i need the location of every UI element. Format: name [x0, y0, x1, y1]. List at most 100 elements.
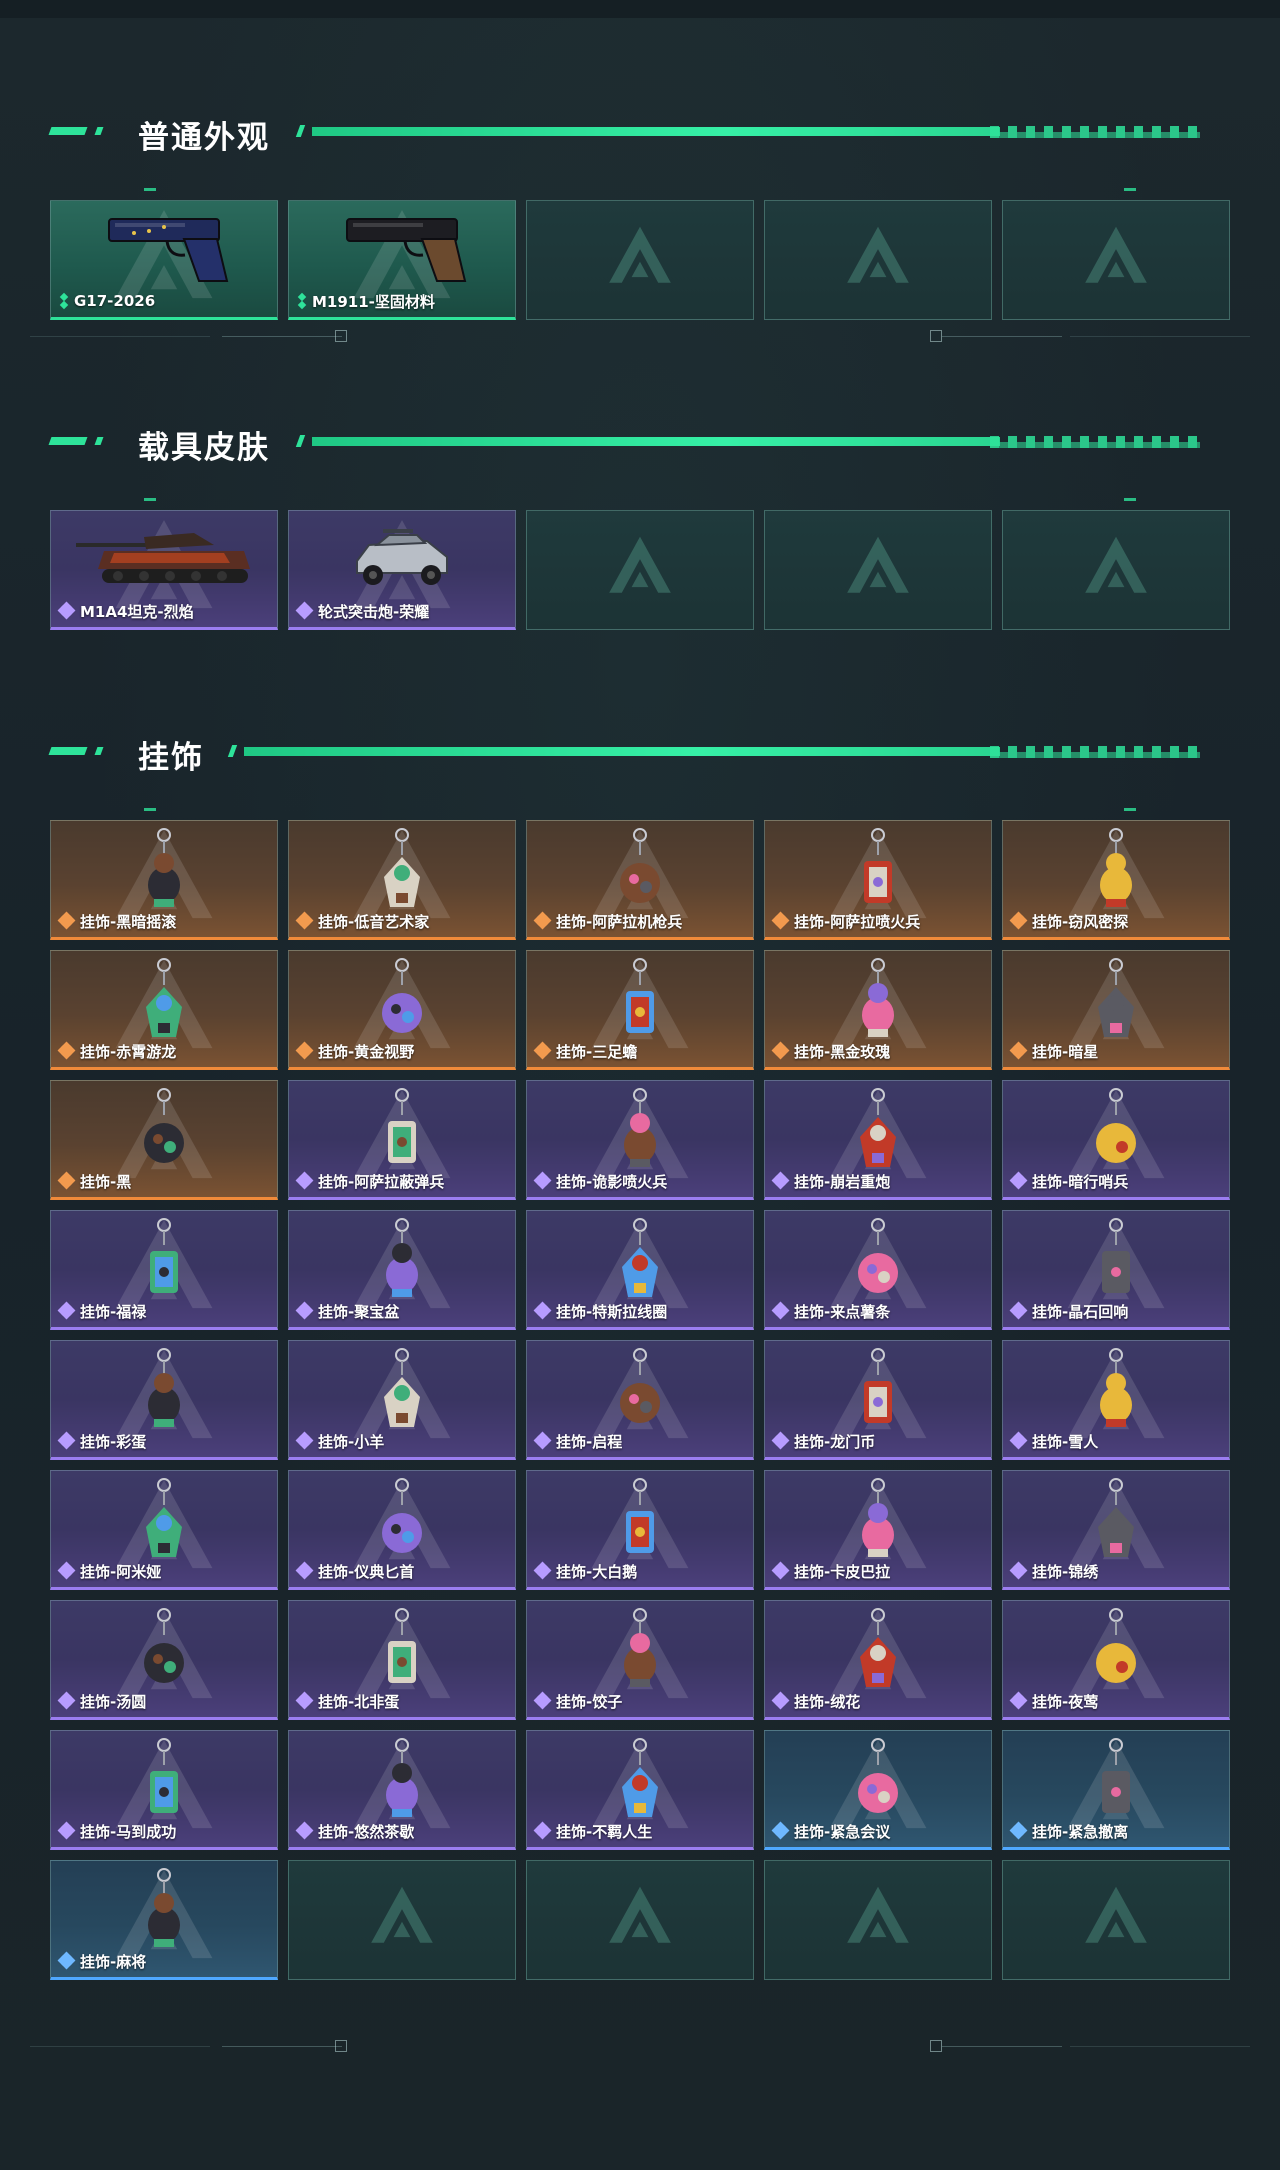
- item-card[interactable]: 挂饰-紧急会议: [764, 1730, 992, 1850]
- item-label-row: 挂饰-悠然茶歇: [295, 1821, 414, 1841]
- item-card[interactable]: 挂饰-暗行哨兵: [1002, 1080, 1230, 1200]
- item-card[interactable]: 挂饰-黑暗摇滚: [50, 820, 278, 940]
- item-label-row: 挂饰-聚宝盆: [295, 1301, 400, 1321]
- item-name: 挂饰-赤霄游龙: [80, 1042, 177, 1061]
- item-card[interactable]: 挂饰-夜莺: [1002, 1600, 1230, 1720]
- rarity-orange-icon: [57, 1171, 76, 1190]
- item-card[interactable]: 挂饰-龙门币: [764, 1340, 992, 1460]
- empty-slot: [526, 510, 754, 630]
- item-card[interactable]: 挂饰-小羊: [288, 1340, 516, 1460]
- item-card[interactable]: 挂饰-仪典匕首: [288, 1470, 516, 1590]
- item-name: 挂饰-阿萨拉蔽弹兵: [318, 1172, 445, 1191]
- item-card[interactable]: 挂饰-崩岩重炮: [764, 1080, 992, 1200]
- logo-placeholder-icon: [843, 533, 913, 608]
- item-card[interactable]: 挂饰-不羁人生: [526, 1730, 754, 1850]
- item-card[interactable]: 挂饰-彩蛋: [50, 1340, 278, 1460]
- item-label-row: 挂饰-锦绣: [1009, 1561, 1099, 1581]
- item-label-row: M1911-坚固材料: [297, 291, 435, 311]
- rarity-purple-icon: [295, 601, 314, 620]
- item-label-row: 挂饰-马到成功: [57, 1821, 176, 1841]
- item-card[interactable]: 挂饰-绒花: [764, 1600, 992, 1720]
- item-card[interactable]: 挂饰-黑: [50, 1080, 278, 1200]
- rarity-purple-icon: [771, 1301, 790, 1320]
- item-label-row: 挂饰-福禄: [57, 1301, 146, 1321]
- item-card[interactable]: 挂饰-马到成功: [50, 1730, 278, 1850]
- item-label-row: 挂饰-黑暗摇滚: [57, 911, 176, 931]
- header-accent: [295, 435, 306, 447]
- item-card[interactable]: 挂饰-低音艺术家: [288, 820, 516, 940]
- item-card[interactable]: 挂饰-悠然茶歇: [288, 1730, 516, 1850]
- rarity-purple-icon: [771, 1691, 790, 1710]
- item-card[interactable]: M1A4坦克-烈焰: [50, 510, 278, 630]
- item-card[interactable]: 挂饰-三足蟾: [526, 950, 754, 1070]
- item-card[interactable]: 挂饰-阿米娅: [50, 1470, 278, 1590]
- item-label-row: 挂饰-暗星: [1009, 1041, 1098, 1061]
- item-card[interactable]: 挂饰-特斯拉线圈: [526, 1210, 754, 1330]
- item-label-row: 挂饰-饺子: [533, 1691, 622, 1711]
- item-name: 挂饰-仪典匕首: [318, 1562, 415, 1581]
- item-card[interactable]: 挂饰-窃风密探: [1002, 820, 1230, 940]
- logo-placeholder-icon: [1081, 533, 1151, 608]
- rarity-orange-icon: [533, 911, 552, 930]
- item-card[interactable]: 挂饰-雪人: [1002, 1340, 1230, 1460]
- rarity-orange-icon: [533, 1041, 552, 1060]
- item-label-row: 挂饰-暗行哨兵: [1009, 1171, 1128, 1191]
- header-accent: [94, 127, 104, 135]
- header-line: [312, 127, 1000, 136]
- item-card[interactable]: G17-2026: [50, 200, 278, 320]
- item-card[interactable]: 挂饰-来点薯条: [764, 1210, 992, 1330]
- item-card[interactable]: 挂饰-黑金玫瑰: [764, 950, 992, 1070]
- item-card[interactable]: 挂饰-福禄: [50, 1210, 278, 1330]
- rarity-purple-icon: [533, 1821, 552, 1840]
- item-card[interactable]: 挂饰-麻将: [50, 1860, 278, 1980]
- item-name: 挂饰-晶石回响: [1032, 1302, 1129, 1321]
- item-card[interactable]: 挂饰-阿萨拉机枪兵: [526, 820, 754, 940]
- rarity-purple-icon: [1009, 1691, 1028, 1710]
- item-card[interactable]: 挂饰-卡皮巴拉: [764, 1470, 992, 1590]
- item-name: 挂饰-三足蟾: [556, 1042, 638, 1061]
- item-card[interactable]: 挂饰-大白鹅: [526, 1470, 754, 1590]
- header-accent: [48, 437, 88, 445]
- item-name: 挂饰-黄金视野: [318, 1042, 415, 1061]
- item-card[interactable]: 轮式突击炮-荣耀: [288, 510, 516, 630]
- item-label-row: 挂饰-启程: [533, 1431, 622, 1451]
- item-card[interactable]: 挂饰-北非蛋: [288, 1600, 516, 1720]
- item-name: 挂饰-不羁人生: [556, 1822, 653, 1841]
- item-card[interactable]: 挂饰-暗星: [1002, 950, 1230, 1070]
- item-label-row: 挂饰-绒花: [771, 1691, 860, 1711]
- rarity-orange-icon: [1009, 1041, 1028, 1060]
- rarity-purple-icon: [1009, 1431, 1028, 1450]
- item-card[interactable]: 挂饰-锦绣: [1002, 1470, 1230, 1590]
- item-card[interactable]: 挂饰-启程: [526, 1340, 754, 1460]
- item-name: 挂饰-窃风密探: [1032, 912, 1129, 931]
- item-card[interactable]: 挂饰-聚宝盆: [288, 1210, 516, 1330]
- item-card[interactable]: 挂饰-赤霄游龙: [50, 950, 278, 1070]
- item-name: G17-2026: [74, 292, 156, 310]
- item-card[interactable]: 挂饰-阿萨拉蔽弹兵: [288, 1080, 516, 1200]
- item-card[interactable]: 挂饰-黄金视野: [288, 950, 516, 1070]
- logo-placeholder-icon: [605, 223, 675, 298]
- empty-slot: [764, 510, 992, 630]
- item-card[interactable]: 挂饰-诡影喷火兵: [526, 1080, 754, 1200]
- item-label-row: G17-2026: [59, 291, 155, 311]
- item-label-row: 挂饰-龙门币: [771, 1431, 875, 1451]
- item-card[interactable]: M1911-坚固材料: [288, 200, 516, 320]
- item-card[interactable]: 挂饰-饺子: [526, 1600, 754, 1720]
- item-name: 挂饰-锦绣: [1032, 1562, 1099, 1581]
- tick-mark: [1124, 498, 1136, 501]
- item-name: 挂饰-聚宝盆: [318, 1302, 400, 1321]
- item-label-row: 挂饰-仪典匕首: [295, 1561, 415, 1581]
- empty-slot: [526, 200, 754, 320]
- item-card[interactable]: 挂饰-紧急撤离: [1002, 1730, 1230, 1850]
- rarity-orange-icon: [1009, 911, 1028, 930]
- rarity-blue-icon: [57, 1951, 76, 1970]
- item-label-row: 挂饰-黑: [57, 1171, 131, 1191]
- item-label-row: 挂饰-窃风密探: [1009, 911, 1129, 931]
- item-card[interactable]: 挂饰-晶石回响: [1002, 1210, 1230, 1330]
- item-card[interactable]: 挂饰-阿萨拉喷火兵: [764, 820, 992, 940]
- item-label-row: 挂饰-来点薯条: [771, 1301, 890, 1321]
- item-name: 挂饰-紧急撤离: [1032, 1822, 1129, 1841]
- tank-icon: [74, 517, 254, 602]
- item-card[interactable]: 挂饰-汤圆: [50, 1600, 278, 1720]
- rarity-purple-icon: [771, 1431, 790, 1450]
